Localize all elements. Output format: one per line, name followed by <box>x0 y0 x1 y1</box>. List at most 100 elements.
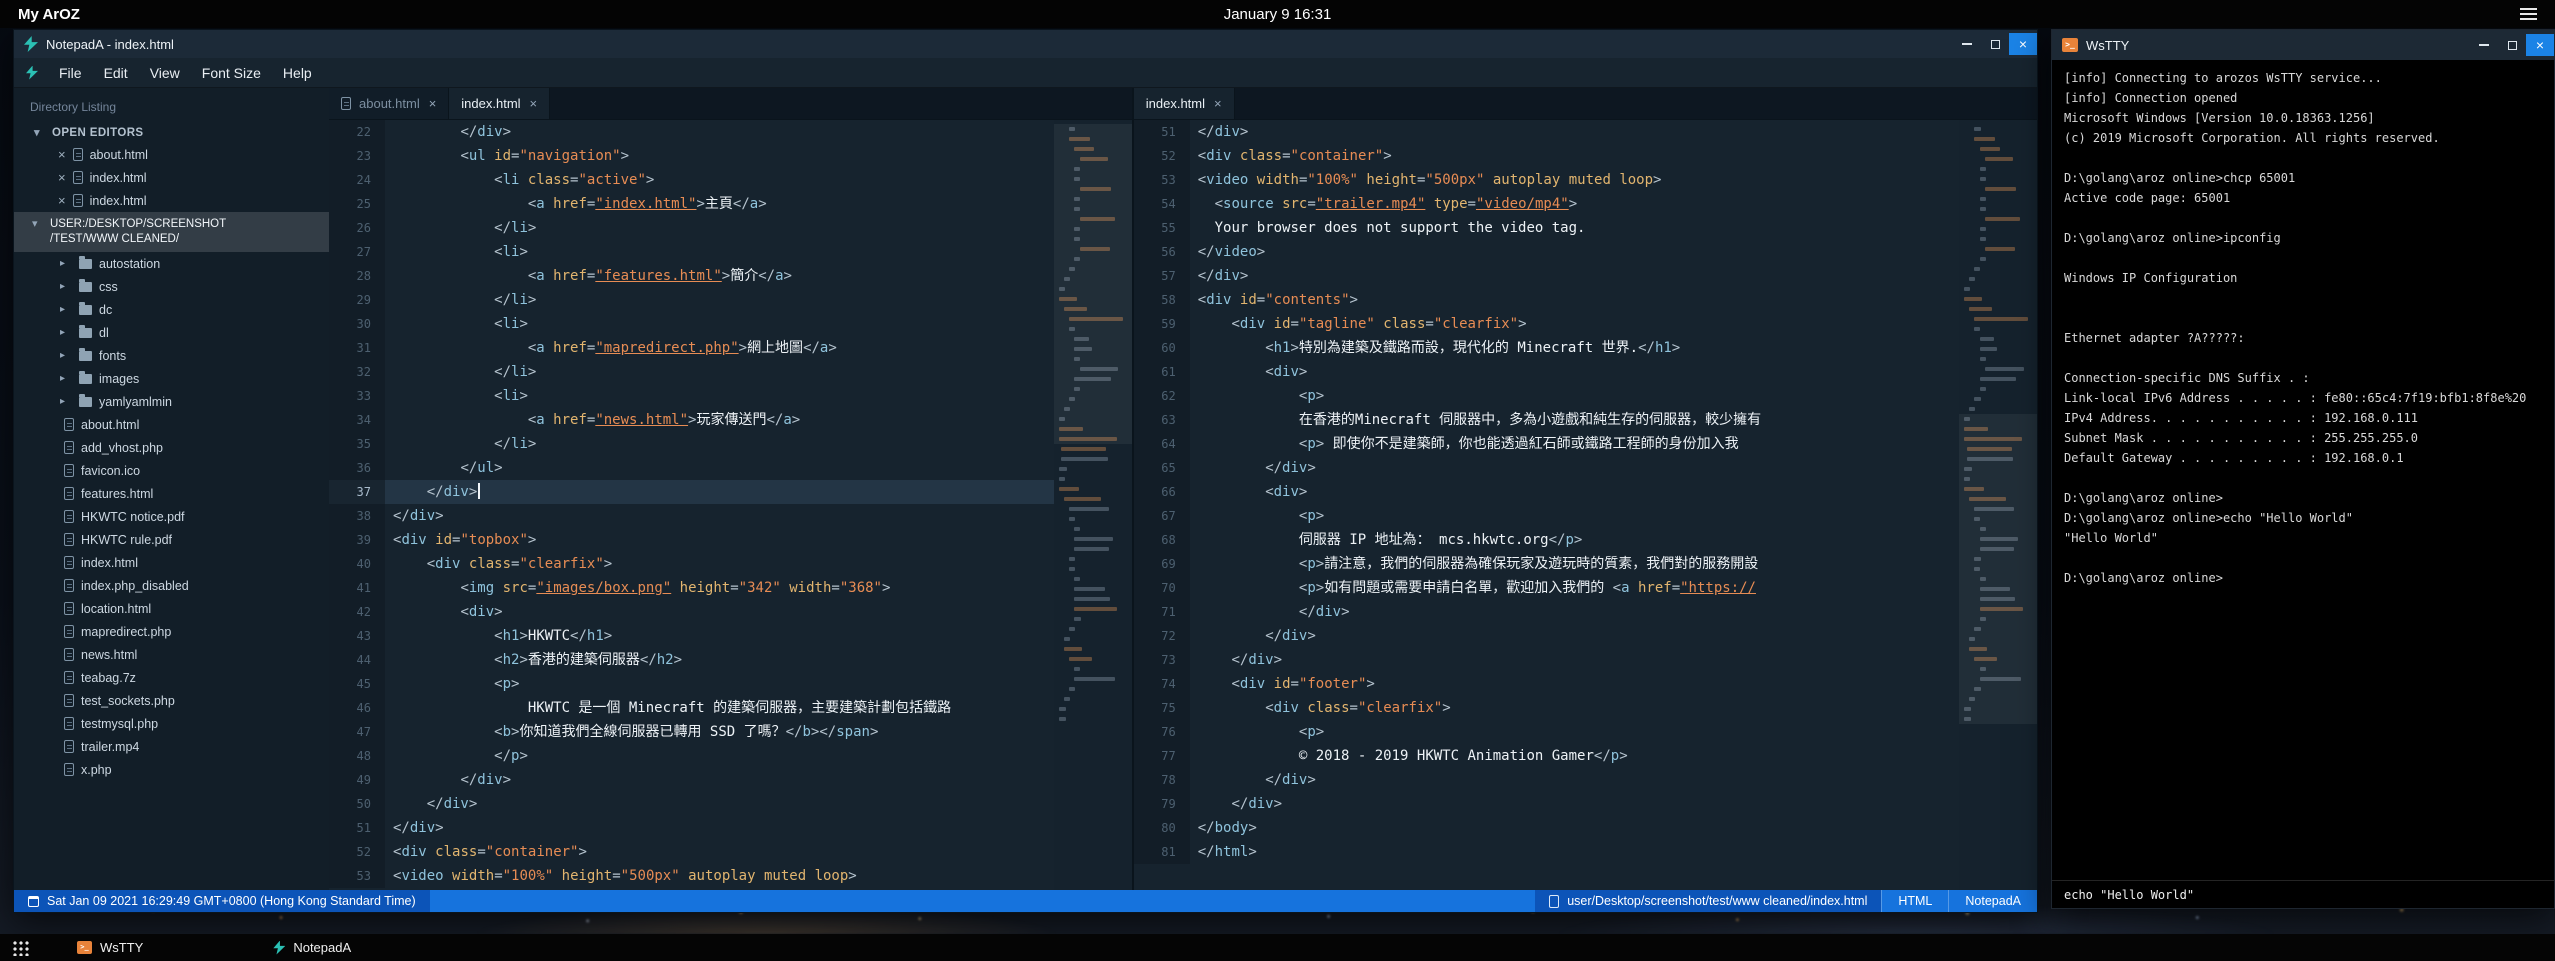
tree-file-item[interactable]: add_vhost.php <box>14 436 329 459</box>
close-tab-icon[interactable]: × <box>429 96 437 111</box>
close-file-icon[interactable]: × <box>58 171 66 184</box>
notepad-title-bar[interactable]: NotepadA - index.html × <box>14 30 2037 58</box>
code-line[interactable]: 61 <div> <box>1134 360 1959 384</box>
code-line[interactable]: 31 <a href="mapredirect.php">網上地圖</a> <box>329 336 1054 360</box>
taskbar-item-notepada[interactable]: NotepadA <box>263 934 361 961</box>
tree-file-item[interactable]: index.html <box>14 551 329 574</box>
tree-file-item[interactable]: about.html <box>14 413 329 436</box>
code-line[interactable]: 34 <a href="news.html">玩家傳送門</a> <box>329 408 1054 432</box>
close-tab-icon[interactable]: × <box>530 96 538 111</box>
code-line[interactable]: 69 <p>請注意，我們的伺服器為確保玩家及遊玩時的質素，我們對的服務開設 <box>1134 552 1959 576</box>
code-line[interactable]: 51</div> <box>1134 120 1959 144</box>
code-line[interactable]: 37 </div> <box>329 480 1054 504</box>
code-line[interactable]: 79 </div> <box>1134 792 1959 816</box>
code-line[interactable]: 30 <li> <box>329 312 1054 336</box>
code-line[interactable]: 27 <li> <box>329 240 1054 264</box>
editor-tab[interactable]: about.html× <box>329 88 449 119</box>
menu-item-font-size[interactable]: Font Size <box>191 58 272 88</box>
code-line[interactable]: 54 <source src="trailer.mp4" type="video… <box>1134 192 1959 216</box>
code-line[interactable]: 48 </p> <box>329 744 1054 768</box>
code-line[interactable]: 49 </div> <box>329 768 1054 792</box>
code-line[interactable]: 35 </li> <box>329 432 1054 456</box>
code-line[interactable]: 39<div id="topbox"> <box>329 528 1054 552</box>
code-line[interactable]: 32 </li> <box>329 360 1054 384</box>
code-line[interactable]: 68 伺服器 IP 地址為： mcs.hkwtc.org</p> <box>1134 528 1959 552</box>
code-line[interactable]: 60 <h1>特別為建築及鐵路而設，現代化的 Minecraft 世界.</h1… <box>1134 336 1959 360</box>
code-editor-left[interactable]: 22 </div>23 <ul id="navigation">24 <li c… <box>329 120 1054 890</box>
code-line[interactable]: 36 </ul> <box>329 456 1054 480</box>
code-line[interactable]: 53<video width="100%" height="500px" aut… <box>329 864 1054 888</box>
code-line[interactable]: 57</div> <box>1134 264 1959 288</box>
tree-file-item[interactable]: x.php <box>14 758 329 781</box>
code-line[interactable]: 45 <p> <box>329 672 1054 696</box>
open-editor-item[interactable]: ×index.html <box>14 189 329 212</box>
code-line[interactable]: 65 </div> <box>1134 456 1959 480</box>
code-editor-right[interactable]: 51</div>52<div class="container">53<vide… <box>1134 120 1959 890</box>
minimap-right[interactable] <box>1959 120 2037 890</box>
minimize-icon[interactable] <box>1953 33 1981 55</box>
wstty-title-bar[interactable]: >_ WsTTY × <box>2052 30 2554 60</box>
minimize-icon[interactable] <box>2470 34 2498 56</box>
code-line[interactable]: 52<div class="container"> <box>1134 144 1959 168</box>
code-line[interactable]: 73 </div> <box>1134 648 1959 672</box>
code-line[interactable]: 42 <div> <box>329 600 1054 624</box>
open-editor-item[interactable]: ×index.html <box>14 166 329 189</box>
code-line[interactable]: 77 © 2018 - 2019 HKWTC Animation Gamer</… <box>1134 744 1959 768</box>
terminal-input[interactable]: echo "Hello World" <box>2052 880 2554 908</box>
tree-file-item[interactable]: location.html <box>14 597 329 620</box>
code-line[interactable]: 24 <li class="active"> <box>329 168 1054 192</box>
taskbar-item-wstty[interactable]: >_ WsTTY <box>67 934 153 961</box>
minimap-left[interactable] <box>1054 120 1132 890</box>
code-line[interactable]: 66 <div> <box>1134 480 1959 504</box>
maximize-icon[interactable] <box>1981 33 2009 55</box>
code-line[interactable]: 44 <h2>香港的建築伺服器</h2> <box>329 648 1054 672</box>
tree-file-item[interactable]: HKWTC notice.pdf <box>14 505 329 528</box>
code-line[interactable]: 70 <p>如有問題或需要申請白名單，歡迎加入我們的 <a href="http… <box>1134 576 1959 600</box>
code-line[interactable]: 78 </div> <box>1134 768 1959 792</box>
tree-file-item[interactable]: teabag.7z <box>14 666 329 689</box>
tree-file-item[interactable]: test_sockets.php <box>14 689 329 712</box>
tree-folder-item[interactable]: ▸css <box>14 275 329 298</box>
hamburger-menu-icon[interactable] <box>2520 8 2537 20</box>
menu-item-file[interactable]: File <box>48 58 93 88</box>
close-icon[interactable]: × <box>2009 33 2037 55</box>
tree-file-item[interactable]: features.html <box>14 482 329 505</box>
open-editors-header[interactable]: ▾ OPEN EDITORS <box>14 122 329 143</box>
code-line[interactable]: 67 <p> <box>1134 504 1959 528</box>
editor-tab[interactable]: index.html× <box>449 88 550 119</box>
code-line[interactable]: 22 </div> <box>329 120 1054 144</box>
tree-folder-item[interactable]: ▸yamlyamlmin <box>14 390 329 413</box>
code-line[interactable]: 59 <div id="tagline" class="clearfix"> <box>1134 312 1959 336</box>
code-line[interactable]: 76 <p> <box>1134 720 1959 744</box>
code-line[interactable]: 33 <li> <box>329 384 1054 408</box>
close-file-icon[interactable]: × <box>58 194 66 207</box>
app-grid-icon[interactable] <box>12 940 29 956</box>
code-line[interactable]: 23 <ul id="navigation"> <box>329 144 1054 168</box>
system-menu-title[interactable]: My ArOZ <box>18 6 80 23</box>
code-line[interactable]: 38</div> <box>329 504 1054 528</box>
menu-item-help[interactable]: Help <box>272 58 323 88</box>
close-tab-icon[interactable]: × <box>1214 96 1222 111</box>
tree-file-item[interactable]: trailer.mp4 <box>14 735 329 758</box>
menu-item-edit[interactable]: Edit <box>93 58 139 88</box>
code-line[interactable]: 55 Your browser does not support the vid… <box>1134 216 1959 240</box>
code-line[interactable]: 43 <h1>HKWTC</h1> <box>329 624 1054 648</box>
code-line[interactable]: 47 <b>你知道我們全線伺服器已轉用 SSD 了嗎？</b></span> <box>329 720 1054 744</box>
maximize-icon[interactable] <box>2498 34 2526 56</box>
code-line[interactable]: 81</html> <box>1134 840 1959 864</box>
code-line[interactable]: 63 在香港的Minecraft 伺服器中，多為小遊戲和純生存的伺服器，較少擁有 <box>1134 408 1959 432</box>
code-line[interactable]: 80</body> <box>1134 816 1959 840</box>
tree-file-item[interactable]: HKWTC rule.pdf <box>14 528 329 551</box>
code-line[interactable]: 46 HKWTC 是一個 Minecraft 的建築伺服器，主要建築計劃包括鐵路 <box>329 696 1054 720</box>
open-editor-item[interactable]: ×about.html <box>14 143 329 166</box>
tree-file-item[interactable]: favicon.ico <box>14 459 329 482</box>
code-line[interactable]: 29 </li> <box>329 288 1054 312</box>
tree-file-item[interactable]: mapredirect.php <box>14 620 329 643</box>
editor-tab[interactable]: index.html× <box>1134 88 1235 119</box>
tree-file-item[interactable]: testmysql.php <box>14 712 329 735</box>
tree-root[interactable]: ▾ USER:/DESKTOP/SCREENSHOT /TEST/WWW CLE… <box>14 212 329 252</box>
code-line[interactable]: 64 <p> 即使你不是建築師，你也能透過紅石師或鐵路工程師的身份加入我 <box>1134 432 1959 456</box>
code-line[interactable]: 25 <a href="index.html">主頁</a> <box>329 192 1054 216</box>
tree-folder-item[interactable]: ▸dc <box>14 298 329 321</box>
code-line[interactable]: 75 <div class="clearfix"> <box>1134 696 1959 720</box>
